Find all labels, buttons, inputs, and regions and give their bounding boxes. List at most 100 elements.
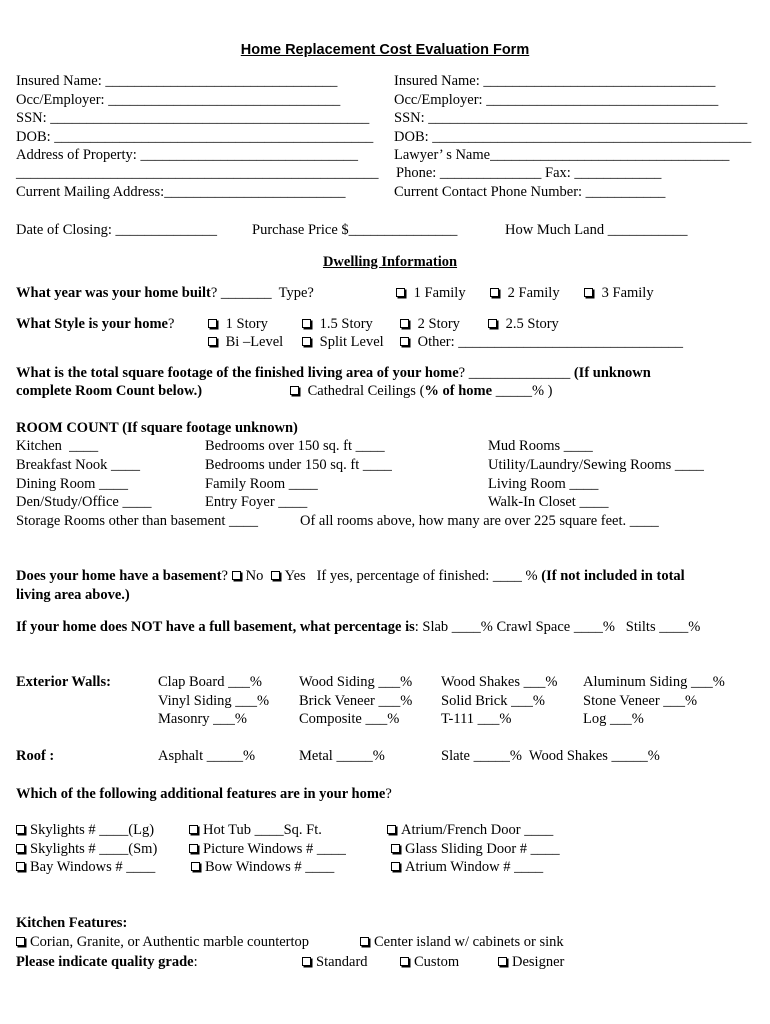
kitchen-center-island-option[interactable]: Center island w/ cabinets or sink	[360, 933, 564, 951]
checkbox-icon[interactable]	[290, 386, 299, 395]
exterior-clap-board-field[interactable]: Clap Board ___%	[158, 673, 262, 691]
room-entry-foyer-field[interactable]: Entry Foyer ____	[205, 493, 307, 511]
exterior-composite-field[interactable]: Composite ___%	[299, 710, 399, 728]
checkbox-icon[interactable]	[16, 825, 25, 834]
checkbox-icon[interactable]	[400, 319, 409, 328]
checkbox-icon[interactable]	[189, 825, 198, 834]
basement-yes-option[interactable]: Yes	[270, 568, 306, 584]
checkbox-icon[interactable]	[488, 319, 497, 328]
feature-picture-windows-option[interactable]: Picture Windows # ____	[189, 840, 346, 858]
checkbox-icon[interactable]	[270, 571, 280, 580]
cathedral-ceilings-option[interactable]: Cathedral Ceilings (% of home _____% )	[290, 382, 553, 400]
room-mud-rooms-field[interactable]: Mud Rooms ____	[488, 437, 593, 455]
checkbox-icon[interactable]	[302, 957, 311, 966]
insured-name-field-right[interactable]: Insured Name: __________________________…	[394, 72, 715, 90]
address-of-property-field[interactable]: Address of Property: ___________________…	[16, 146, 358, 164]
roof-metal-field[interactable]: Metal _____%	[299, 747, 385, 765]
roof-slate-wood-shakes-field[interactable]: Slate _____% Wood Shakes _____%	[441, 747, 660, 765]
exterior-aluminum-siding-field[interactable]: Aluminum Siding ___%	[583, 673, 725, 691]
exterior-stone-veneer-field[interactable]: Stone Veneer ___%	[583, 692, 697, 710]
exterior-solid-brick-field[interactable]: Solid Brick ___%	[441, 692, 545, 710]
room-dining-room-field[interactable]: Dining Room ____	[16, 475, 128, 493]
checkbox-icon[interactable]	[16, 844, 25, 853]
ssn-field-right[interactable]: SSN: ___________________________________…	[394, 109, 747, 127]
phone-fax-field[interactable]: Phone: ______________ Fax: ____________	[396, 164, 661, 182]
type-2-family-option[interactable]: 2 Family	[490, 284, 560, 302]
no-full-basement-question[interactable]: If your home does NOT have a full baseme…	[16, 618, 700, 636]
room-kitchen-field[interactable]: Kitchen ____	[16, 437, 98, 455]
feature-atrium-window-option[interactable]: Atrium Window # ____	[391, 858, 543, 876]
feature-bow-windows-option[interactable]: Bow Windows # ____	[191, 858, 334, 876]
grade-designer-option[interactable]: Designer	[498, 953, 564, 971]
exterior-wood-shakes-field[interactable]: Wood Shakes ___%	[441, 673, 557, 691]
room-storage-field[interactable]: Storage Rooms other than basement ____	[16, 512, 258, 530]
grade-standard-option[interactable]: Standard	[302, 953, 368, 971]
checkbox-icon[interactable]	[231, 571, 241, 580]
exterior-brick-veneer-field[interactable]: Brick Veneer ___%	[299, 692, 412, 710]
checkbox-icon[interactable]	[302, 319, 311, 328]
style-1-5-story-option[interactable]: 1.5 Story	[302, 315, 373, 333]
checkbox-icon[interactable]	[498, 957, 507, 966]
feature-glass-sliding-door-option[interactable]: Glass Sliding Door # ____	[391, 840, 560, 858]
checkbox-icon[interactable]	[16, 862, 25, 871]
kitchen-countertop-option[interactable]: Corian, Granite, or Authentic marble cou…	[16, 933, 309, 951]
room-bedrooms-over-150-field[interactable]: Bedrooms over 150 sq. ft ____	[205, 437, 385, 455]
address-of-property-line2[interactable]: ________________________________________…	[16, 164, 379, 182]
room-family-room-field[interactable]: Family Room ____	[205, 475, 318, 493]
exterior-log-field[interactable]: Log ___%	[583, 710, 644, 728]
year-built-question[interactable]: What year was your home built? _______ T…	[16, 284, 314, 302]
feature-skylights-sm-option[interactable]: Skylights # ____(Sm)	[16, 840, 157, 858]
checkbox-icon[interactable]	[360, 937, 369, 946]
style-2-5-story-option[interactable]: 2.5 Story	[488, 315, 559, 333]
checkbox-icon[interactable]	[387, 825, 396, 834]
checkbox-icon[interactable]	[391, 844, 400, 853]
style-1-story-option[interactable]: 1 Story	[208, 315, 268, 333]
roof-asphalt-field[interactable]: Asphalt _____%	[158, 747, 255, 765]
checkbox-icon[interactable]	[191, 862, 200, 871]
feature-atrium-french-door-option[interactable]: Atrium/French Door ____	[387, 821, 553, 839]
room-breakfast-nook-field[interactable]: Breakfast Nook ____	[16, 456, 140, 474]
room-living-room-field[interactable]: Living Room ____	[488, 475, 598, 493]
checkbox-icon[interactable]	[584, 288, 593, 297]
room-walk-in-closet-field[interactable]: Walk-In Closet ____	[488, 493, 608, 511]
checkbox-icon[interactable]	[302, 337, 311, 346]
checkbox-icon[interactable]	[396, 288, 405, 297]
current-contact-phone-field[interactable]: Current Contact Phone Number: __________…	[394, 183, 665, 201]
room-bedrooms-under-150-field[interactable]: Bedrooms under 150 sq. ft ____	[205, 456, 392, 474]
exterior-wood-siding-field[interactable]: Wood Siding ___%	[299, 673, 412, 691]
dob-field-left[interactable]: DOB: ___________________________________…	[16, 128, 373, 146]
style-other-option[interactable]: Other: _______________________________	[400, 333, 683, 351]
checkbox-icon[interactable]	[16, 937, 25, 946]
feature-bay-windows-option[interactable]: Bay Windows # ____	[16, 858, 155, 876]
type-1-family-option[interactable]: 1 Family	[396, 284, 466, 302]
checkbox-icon[interactable]	[208, 337, 217, 346]
type-3-family-option[interactable]: 3 Family	[584, 284, 654, 302]
checkbox-icon[interactable]	[391, 862, 400, 871]
grade-custom-option[interactable]: Custom	[400, 953, 459, 971]
room-den-study-office-field[interactable]: Den/Study/Office ____	[16, 493, 151, 511]
occ-employer-field-right[interactable]: Occ/Employer: __________________________…	[394, 91, 718, 109]
dob-field-right[interactable]: DOB: ___________________________________…	[394, 128, 751, 146]
lawyers-name-field[interactable]: Lawyer’ s Name__________________________…	[394, 146, 729, 164]
current-mailing-address-field[interactable]: Current Mailing Address:________________…	[16, 183, 345, 201]
style-split-level-option[interactable]: Split Level	[302, 333, 384, 351]
purchase-price-field[interactable]: Purchase Price $_______________	[252, 221, 457, 239]
date-of-closing-field[interactable]: Date of Closing: ______________	[16, 221, 217, 239]
checkbox-icon[interactable]	[400, 337, 409, 346]
room-utility-laundry-field[interactable]: Utility/Laundry/Sewing Rooms ____	[488, 456, 704, 474]
exterior-masonry-field[interactable]: Masonry ___%	[158, 710, 247, 728]
exterior-t111-field[interactable]: T-111 ___%	[441, 710, 511, 728]
checkbox-icon[interactable]	[400, 957, 409, 966]
how-much-land-field[interactable]: How Much Land ___________	[505, 221, 687, 239]
feature-skylights-lg-option[interactable]: Skylights # ____(Lg)	[16, 821, 154, 839]
feature-hot-tub-option[interactable]: Hot Tub ____Sq. Ft.	[189, 821, 322, 839]
checkbox-icon[interactable]	[189, 844, 198, 853]
basement-no-option[interactable]: No	[231, 568, 263, 584]
occ-employer-field-left[interactable]: Occ/Employer: __________________________…	[16, 91, 340, 109]
checkbox-icon[interactable]	[208, 319, 217, 328]
checkbox-icon[interactable]	[490, 288, 499, 297]
style-bi-level-option[interactable]: Bi –Level	[208, 333, 283, 351]
exterior-vinyl-siding-field[interactable]: Vinyl Siding ___%	[158, 692, 269, 710]
square-footage-question[interactable]: What is the total square footage of the …	[16, 364, 651, 382]
ssn-field-left[interactable]: SSN: ___________________________________…	[16, 109, 369, 127]
